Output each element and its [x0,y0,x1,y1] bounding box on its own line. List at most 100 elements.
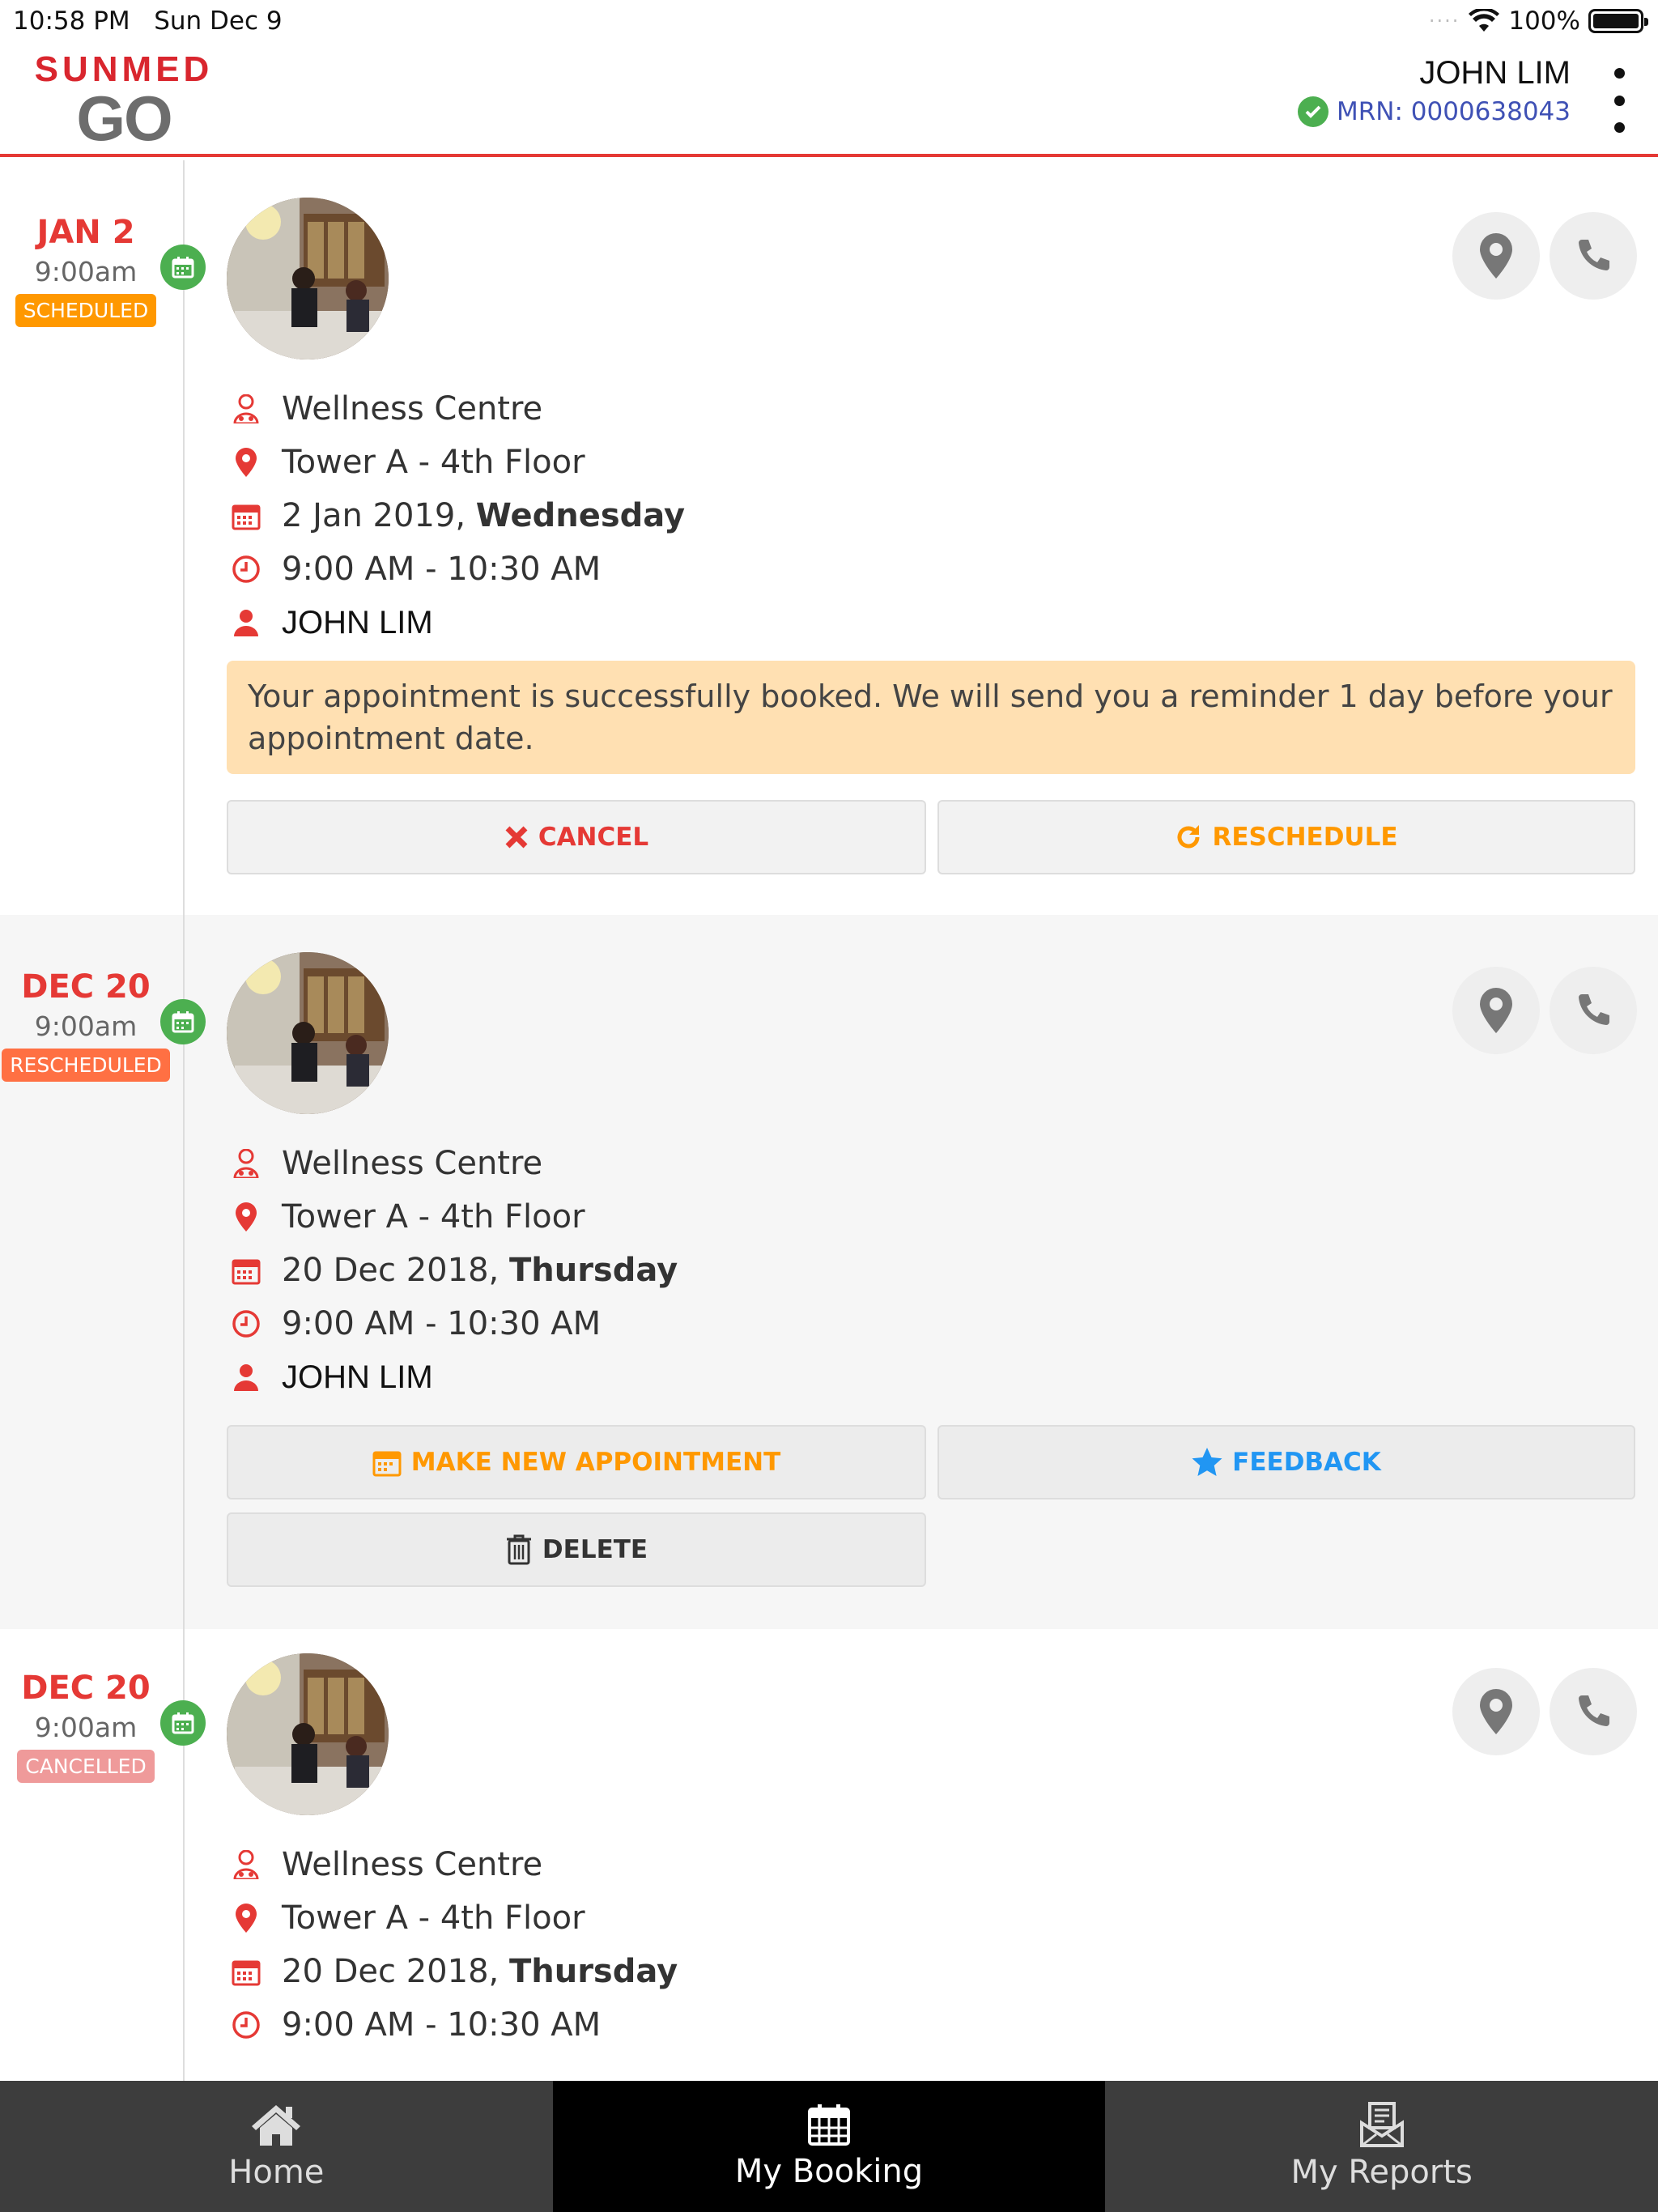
location-pin-icon [230,1902,262,1934]
signal-icon: ···· [1428,10,1460,32]
doctor-icon [230,1147,262,1180]
centre-name: Wellness Centre [282,390,543,428]
feedback-button[interactable]: FEEDBACK [937,1425,1635,1499]
map-location-button[interactable] [1452,967,1540,1054]
status-badge: SCHEDULED [15,294,157,327]
home-icon [252,2105,301,2146]
booking-notice: Your appointment is successfully booked.… [227,661,1635,774]
battery-icon [1588,9,1648,33]
phone-icon [1579,1695,1609,1726]
doctor-icon [230,393,262,425]
app-logo: SUNMED GO [31,50,217,151]
appointment-card: JAN 2 9:00am SCHEDULED Wellness Centre T… [0,160,1658,915]
patient-name: JOHN LIM [282,1359,433,1395]
location-pin-icon [230,446,262,479]
time-row: 9:00 AM - 10:30 AM [230,1998,678,2052]
appointment-details: Wellness Centre Tower A - 4th Floor 2 Ja… [230,382,685,649]
map-location-button[interactable] [1452,212,1540,300]
status-badge: RESCHEDULED [2,1049,170,1082]
time-range: 9:00 AM - 10:30 AM [282,551,602,588]
make-new-appointment-button[interactable]: MAKE NEW APPOINTMENT [227,1425,926,1499]
location-text: Tower A - 4th Floor [282,1899,585,1937]
user-name: JOHN LIM [1419,55,1571,91]
clinic-photo [227,1653,389,1815]
tab-my-reports-label: My Reports [1290,2154,1473,2191]
clinic-photo [227,198,389,359]
appointment-details: Wellness Centre Tower A - 4th Floor 20 D… [230,1137,678,1404]
call-button[interactable] [1550,1668,1637,1755]
close-icon [505,826,528,849]
star-icon [1192,1448,1222,1476]
location-row: Tower A - 4th Floor [230,436,685,489]
centre-name: Wellness Centre [282,1846,543,1883]
tab-my-reports[interactable]: My Reports [1105,2081,1658,2212]
user-icon [230,606,262,639]
cancel-button[interactable]: CANCEL [227,800,926,874]
centre-name: Wellness Centre [282,1145,543,1182]
appointment-time: 9:00am [34,1010,138,1042]
date-row: 2 Jan 2019, Wednesday [230,489,685,542]
calendar-icon [230,1254,262,1287]
location-pin-icon [230,1201,262,1233]
status-right: ···· 100% [1428,6,1648,36]
delete-label: DELETE [542,1535,648,1564]
reschedule-button[interactable]: RESCHEDULE [937,800,1635,874]
call-button[interactable] [1550,967,1637,1054]
appointment-list[interactable]: JAN 2 9:00am SCHEDULED Wellness Centre T… [0,160,1658,2081]
patient-name: JOHN LIM [282,604,433,640]
appointment-date-block: DEC 20 9:00am RESCHEDULED [0,968,172,1082]
battery-percent: 100% [1508,6,1580,36]
cancel-label: CANCEL [538,823,649,852]
delete-button[interactable]: DELETE [227,1512,926,1587]
verified-check-icon [1297,96,1329,127]
phone-icon [1579,240,1609,270]
timeline-line [183,160,185,2081]
date-row: 20 Dec 2018, Thursday [230,1945,678,1998]
patient-row: JOHN LIM [230,596,685,649]
app-header: SUNMED GO JOHN LIM MRN: 0000638043 [0,44,1658,157]
clock-icon [230,2009,262,2041]
calendar-icon [372,1451,402,1477]
appointment-date: DEC 20 [21,968,151,1006]
centre-row: Wellness Centre [230,1838,678,1891]
calendar-node-icon [160,245,206,290]
centre-row: Wellness Centre [230,1137,678,1190]
doctor-icon [230,1848,262,1881]
reports-icon [1359,2102,1404,2147]
map-pin-icon [1480,233,1512,279]
calendar-icon [230,500,262,532]
clock-icon [230,553,262,585]
appointment-date-block: DEC 20 9:00am CANCELLED [0,1670,172,1783]
appointment-date: DEC 20 [21,1670,151,1707]
date-text: 20 Dec 2018, Thursday [282,1953,678,1990]
appointment-date-block: JAN 2 9:00am SCHEDULED [0,214,172,327]
appointment-card: DEC 20 9:00am RESCHEDULED Wellness Centr… [0,915,1658,1629]
user-info: JOHN LIM MRN: 0000638043 [1297,55,1571,127]
tab-my-booking[interactable]: My Booking [552,2081,1106,2212]
bottom-tab-bar: Home My Booking My Reports [0,2081,1658,2212]
user-icon [230,1361,262,1393]
clinic-photo [227,952,389,1114]
call-button[interactable] [1550,212,1637,300]
centre-row: Wellness Centre [230,382,685,436]
mrn-row: MRN: 0000638043 [1297,96,1571,127]
appointment-card: DEC 20 9:00am CANCELLED Wellness Centre … [0,1629,1658,2081]
date-text: 20 Dec 2018, Thursday [282,1252,678,1289]
time-row: 9:00 AM - 10:30 AM [230,542,685,596]
calendar-icon [230,1955,262,1988]
time-row: 9:00 AM - 10:30 AM [230,1297,678,1351]
more-menu-icon[interactable] [1609,68,1629,133]
wifi-icon [1469,9,1500,32]
map-location-button[interactable] [1452,1668,1540,1755]
tab-home[interactable]: Home [0,2081,553,2212]
patient-row: JOHN LIM [230,1351,678,1404]
calendar-node-icon [160,1700,206,1746]
appointment-details: Wellness Centre Tower A - 4th Floor 20 D… [230,1838,678,2052]
appointment-time: 9:00am [34,1712,138,1743]
phone-icon [1579,994,1609,1025]
date-row: 20 Dec 2018, Thursday [230,1244,678,1297]
location-row: Tower A - 4th Floor [230,1891,678,1945]
tab-my-booking-label: My Booking [734,2153,924,2190]
time-range: 9:00 AM - 10:30 AM [282,2006,602,2044]
calendar-icon [808,2104,850,2146]
